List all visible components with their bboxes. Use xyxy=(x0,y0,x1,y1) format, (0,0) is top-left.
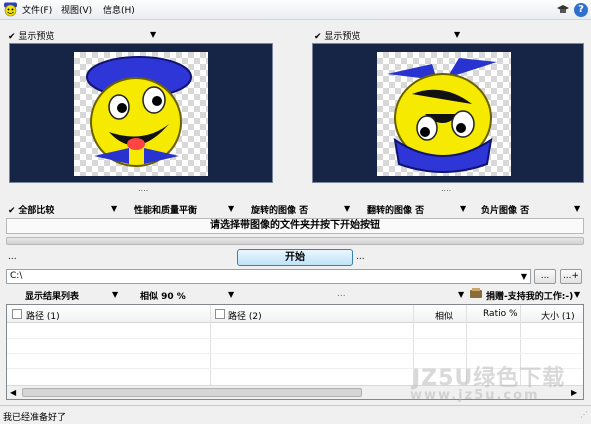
menu-file[interactable]: 文件(F) xyxy=(22,3,52,16)
preview-left-dropdown-icon[interactable]: ▼ xyxy=(150,30,156,39)
preview-right-label: 显示预览 xyxy=(324,32,361,42)
progress-bar xyxy=(6,237,584,245)
compare-all-dropdown-icon[interactable]: ▼ xyxy=(111,204,117,213)
resize-grip-icon[interactable]: ⋰ xyxy=(580,410,588,419)
preview-right-dropdown-icon[interactable]: ▼ xyxy=(454,30,460,39)
help-icon[interactable]: ? xyxy=(574,3,588,17)
instruction-text: 请选择带图像的文件夹并按下开始按钮 xyxy=(6,218,584,234)
negative-option[interactable]: 负片图像 否 xyxy=(481,203,529,216)
column-header-path2[interactable]: 路径 (2) xyxy=(228,309,262,322)
path-dropdown-icon[interactable]: ▼ xyxy=(521,272,527,281)
show-result-list-dropdown-icon[interactable]: ▼ xyxy=(112,290,118,299)
status-text: 我已经准备好了 xyxy=(3,413,67,423)
status-bar: 我已经准备好了 ⋰ xyxy=(0,405,591,424)
results-table-header: 路径 (1) 路径 (2) 相似 Ratio % 大小 (1) xyxy=(7,305,583,323)
column-header-ratio[interactable]: Ratio % xyxy=(483,309,518,319)
add-folder-button[interactable]: ...+ xyxy=(560,269,582,284)
column-header-path1[interactable]: 路径 (1) xyxy=(26,309,60,322)
preview-left-splitter[interactable]: .... xyxy=(138,184,148,193)
rotated-smiley-image xyxy=(377,52,511,176)
checkmark-icon: ✔ xyxy=(8,32,16,42)
show-result-list-option[interactable]: 显示结果列表 xyxy=(25,289,79,302)
select-path2-checkbox[interactable] xyxy=(215,309,225,319)
more-options-dropdown-icon[interactable]: ▼ xyxy=(458,290,464,299)
column-header-similarity[interactable]: 相似 xyxy=(435,309,453,322)
preview-right-splitter[interactable]: .... xyxy=(441,184,451,193)
menu-info[interactable]: 信息(H) xyxy=(103,3,135,16)
watermark-url: www.jz5u.com xyxy=(410,388,540,403)
preview-right-panel xyxy=(312,43,584,183)
checkmark-icon: ✔ xyxy=(314,32,322,42)
browse-button[interactable]: ... xyxy=(534,269,556,284)
smiley-icon xyxy=(3,2,18,17)
column-header-size1[interactable]: 大小 (1) xyxy=(541,309,575,322)
preview-left-toggle[interactable]: ✔ 显示预览 xyxy=(8,29,54,42)
mortarboard-icon[interactable] xyxy=(556,3,570,17)
negative-dropdown-icon[interactable]: ▼ xyxy=(574,204,580,213)
menu-bar: 文件(F) 视图(V) 信息(H) ? xyxy=(0,0,591,20)
start-button[interactable]: 开始 xyxy=(237,249,353,266)
preview-left-label: 显示预览 xyxy=(18,32,55,42)
preview-left-panel xyxy=(9,43,273,183)
smiley-with-hat-image xyxy=(74,52,208,176)
flipped-dropdown-icon[interactable]: ▼ xyxy=(460,204,466,213)
scroll-right-icon[interactable]: ▶ xyxy=(571,388,577,397)
compare-all-label: 全部比较 xyxy=(18,206,55,216)
donate-link[interactable]: 捐赠-支持我的工作:-) xyxy=(486,289,573,302)
start-right-dots: ... xyxy=(356,252,365,262)
performance-option[interactable]: 性能和质量平衡 xyxy=(134,203,197,216)
folder-path-value: C:\ xyxy=(10,271,23,281)
rotated-dropdown-icon[interactable]: ▼ xyxy=(344,204,350,213)
donate-icon xyxy=(469,287,483,299)
scrollbar-thumb[interactable] xyxy=(22,388,362,397)
more-options[interactable]: ... xyxy=(337,289,346,299)
flipped-option[interactable]: 翻转的图像 否 xyxy=(367,203,424,216)
similarity-option[interactable]: 相似 90 % xyxy=(140,289,186,302)
folder-path-combobox[interactable]: C:\ ▼ xyxy=(6,269,531,284)
performance-dropdown-icon[interactable]: ▼ xyxy=(228,204,234,213)
compare-all-toggle[interactable]: ✔ 全部比较 xyxy=(8,203,54,216)
preview-right-toggle[interactable]: ✔ 显示预览 xyxy=(314,29,360,42)
start-left-dots: ... xyxy=(8,252,17,262)
checkmark-icon: ✔ xyxy=(8,206,16,216)
donate-dropdown-icon[interactable]: ▼ xyxy=(574,290,580,299)
rotated-option[interactable]: 旋转的图像 否 xyxy=(251,203,308,216)
similarity-dropdown-icon[interactable]: ▼ xyxy=(228,290,234,299)
scroll-left-icon[interactable]: ◀ xyxy=(10,388,16,397)
menu-view[interactable]: 视图(V) xyxy=(61,3,92,16)
select-path1-checkbox[interactable] xyxy=(12,309,22,319)
